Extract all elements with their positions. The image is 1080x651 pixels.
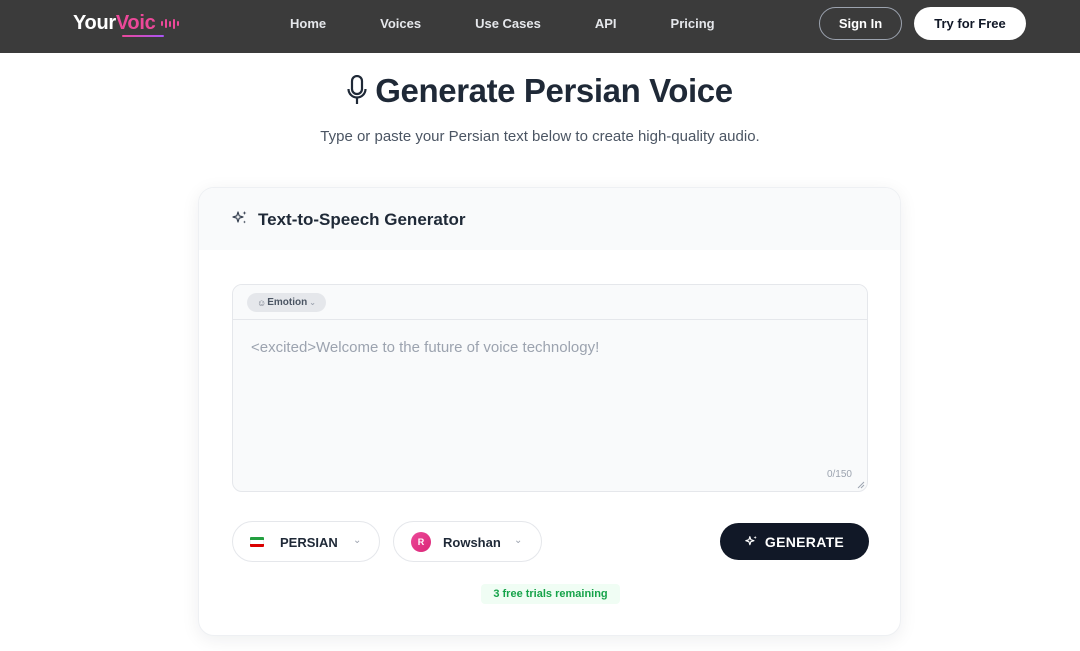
- voice-avatar: R: [411, 532, 431, 552]
- generate-button[interactable]: GENERATE: [720, 523, 869, 560]
- brand-logo[interactable]: Your Voic: [73, 12, 180, 35]
- character-counter: 0/150: [826, 469, 852, 480]
- nav-links: Home Voices Use Cases API Pricing: [290, 16, 769, 31]
- nav-link-use-cases[interactable]: Use Cases: [475, 16, 541, 31]
- top-navbar: Your Voic Home Voices Use Cases API Prici…: [0, 0, 1080, 53]
- sign-in-button[interactable]: Sign In: [819, 7, 902, 40]
- tts-generator-card: Text-to-Speech Generator ☺ Emotion ⌄ <ex…: [198, 187, 901, 636]
- card-title: Text-to-Speech Generator: [258, 210, 466, 229]
- try-for-free-button[interactable]: Try for Free: [914, 7, 1026, 40]
- voice-label: Rowshan: [443, 535, 501, 550]
- chevron-down-icon: ⌄: [514, 535, 523, 546]
- page-title: Generate Persian Voice: [375, 72, 733, 109]
- sparkles-icon: [745, 535, 757, 546]
- generate-label: GENERATE: [764, 533, 845, 550]
- emotion-dropdown[interactable]: ☺ Emotion ⌄: [247, 293, 326, 312]
- nav-link-voices[interactable]: Voices: [380, 16, 421, 31]
- emotion-label: Emotion: [267, 297, 308, 308]
- microphone-icon: [347, 75, 367, 104]
- nav-link-pricing[interactable]: Pricing: [671, 16, 715, 31]
- text-editor[interactable]: ☺ Emotion ⌄ <excited>Welcome to the futu…: [232, 284, 868, 492]
- text-input-placeholder[interactable]: <excited>Welcome to the future of voice …: [251, 339, 851, 356]
- card-header: Text-to-Speech Generator: [199, 188, 900, 250]
- sparkles-icon: [232, 211, 247, 224]
- editor-toolbar: ☺ Emotion ⌄: [233, 285, 867, 320]
- trials-remaining-badge: 3 free trials remaining: [481, 584, 620, 604]
- hero-heading: Generate Persian Voice: [0, 72, 1080, 110]
- chevron-down-icon: ⌄: [309, 298, 316, 307]
- language-select[interactable]: PERSIAN ⌄: [232, 521, 380, 562]
- nav-link-api[interactable]: API: [595, 16, 617, 31]
- logo-underline: [122, 35, 164, 37]
- nav-link-home[interactable]: Home: [290, 16, 326, 31]
- sound-wave-icon: [161, 17, 180, 31]
- resize-handle-icon[interactable]: [857, 481, 865, 489]
- logo-text-part2: Voic: [115, 12, 156, 34]
- page-subtitle: Type or paste your Persian text below to…: [320, 128, 760, 145]
- logo-text-part1: Your: [73, 12, 116, 34]
- iran-flag-icon: [250, 537, 264, 547]
- smiley-icon: ☺: [257, 297, 267, 308]
- language-label: PERSIAN: [280, 535, 338, 550]
- chevron-down-icon: ⌄: [353, 535, 362, 546]
- voice-select[interactable]: R Rowshan ⌄: [393, 521, 542, 562]
